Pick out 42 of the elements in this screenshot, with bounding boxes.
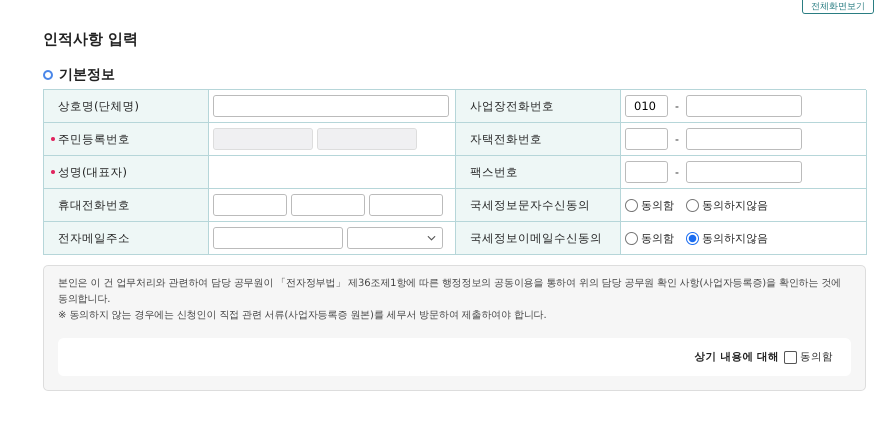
input-field[interactable] <box>213 194 287 216</box>
input-field[interactable] <box>686 128 802 150</box>
fullscreen-button[interactable]: 전체화면보기 <box>802 0 874 14</box>
radio-button[interactable] <box>625 198 638 212</box>
input-field[interactable] <box>369 194 443 216</box>
radio-option[interactable]: 동의하지않음 <box>686 230 768 246</box>
chevron-icon <box>427 235 436 241</box>
label-text: 전자메일주소 <box>58 230 130 246</box>
input-field[interactable] <box>686 161 802 183</box>
label-text: 휴대전화번호 <box>58 198 130 212</box>
label-text: 국세정보문자수신동의 <box>470 198 590 212</box>
agreement-prompt: 상기 내용에 대해 <box>694 350 779 364</box>
label-text: 자택전화번호 <box>470 132 542 146</box>
label-text: 팩스번호 <box>470 164 518 180</box>
input-field[interactable] <box>625 161 668 183</box>
label-text: 사업장전화번호 <box>470 98 554 114</box>
dash-separator: - <box>674 132 680 146</box>
input-field[interactable] <box>213 227 343 249</box>
bullet-icon <box>43 70 53 80</box>
radio-button[interactable] <box>686 232 699 244</box>
label-text: 상호명(단체명) <box>58 98 139 114</box>
input-field[interactable]: 010 <box>625 95 668 117</box>
dash-separator: - <box>674 100 680 112</box>
radio-option[interactable]: 동의함 <box>625 230 674 246</box>
label-text: 국세정보이메일수신동의 <box>470 230 602 246</box>
input-field[interactable] <box>625 128 668 150</box>
radio-button[interactable] <box>625 232 638 244</box>
label-text: 주민등록번호 <box>58 132 130 146</box>
notice-text: ※ 동의하지 않는 경우에는 신청인이 직접 관련 서류(사업자등록증 원본)를 세무서 방문하여 제출하여야 합니다. <box>58 309 548 323</box>
radio-option[interactable]: 동의하지않음 <box>686 198 768 212</box>
agree-checkbox[interactable]: 동의함 <box>784 350 833 364</box>
input-field[interactable] <box>686 95 802 117</box>
input-field[interactable] <box>291 194 365 216</box>
radio-option[interactable]: 동의함 <box>625 198 674 212</box>
domain-select[interactable] <box>347 227 443 249</box>
label-text: 성명(대표자) <box>58 164 127 180</box>
page-title: 인적사항 입력 <box>43 30 140 50</box>
notice-text: 본인은 이 건 업무처리와 관련하여 담당 공무원이 「전자정부법」 제36조제1항에 따른 행정정보의 공동이용을 통하여 위의 담당 공무원 확인 사항(사업자등록증)을 확인하는 것에 동의합니다. <box>58 276 842 307</box>
input-field[interactable] <box>213 95 449 117</box>
radio-button[interactable] <box>686 198 699 212</box>
section-title: 기본정보 <box>59 66 115 84</box>
dash-separator: - <box>674 166 680 178</box>
